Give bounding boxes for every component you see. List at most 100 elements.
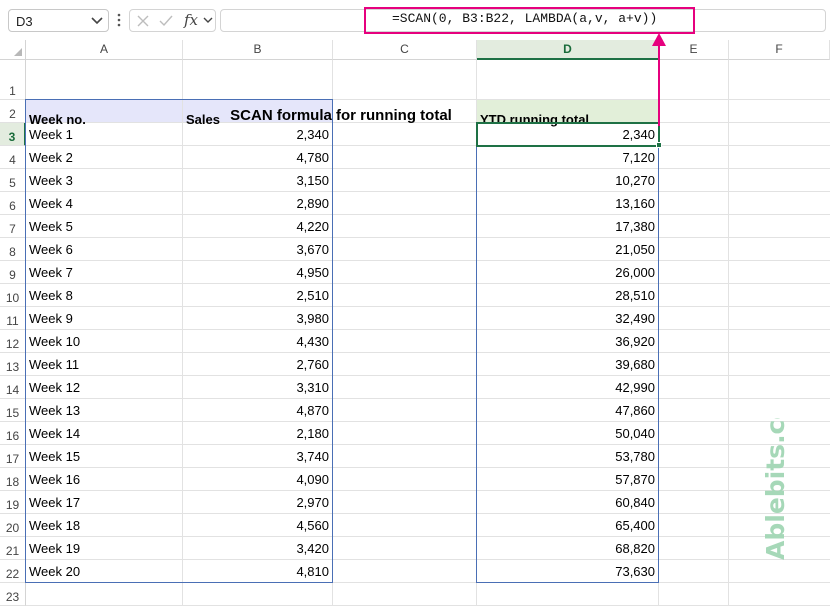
- cell-sales[interactable]: 2,180: [183, 422, 332, 445]
- cell-ytd-total[interactable]: 2,340: [477, 123, 658, 146]
- cell-ytd-total[interactable]: 47,860: [477, 399, 658, 422]
- cell-ytd-total[interactable]: 13,160: [477, 192, 658, 215]
- cell-week[interactable]: Week 4: [26, 192, 183, 215]
- row-header-23[interactable]: 23: [0, 583, 26, 606]
- cell-ytd-total[interactable]: 57,870: [477, 468, 658, 491]
- gridline-horizontal: [26, 99, 830, 100]
- cell-sales[interactable]: 4,430: [183, 330, 332, 353]
- cell-ytd-total[interactable]: 36,920: [477, 330, 658, 353]
- cell-sales[interactable]: 2,890: [183, 192, 332, 215]
- row-header-9[interactable]: 9: [0, 261, 26, 284]
- cell-week[interactable]: Week 20: [26, 560, 183, 583]
- cell-sales[interactable]: 2,970: [183, 491, 332, 514]
- row-header-17[interactable]: 17: [0, 445, 26, 468]
- cell-sales[interactable]: 3,980: [183, 307, 332, 330]
- row-header-15[interactable]: 15: [0, 399, 26, 422]
- cell-sales[interactable]: 3,310: [183, 376, 332, 399]
- cell-sales[interactable]: 3,420: [183, 537, 332, 560]
- cell-week[interactable]: Week 14: [26, 422, 183, 445]
- row-header-12[interactable]: 12: [0, 330, 26, 353]
- chevron-down-icon[interactable]: [203, 16, 213, 25]
- vertical-dots-icon[interactable]: [116, 11, 122, 29]
- row-header-20[interactable]: 20: [0, 514, 26, 537]
- cell-week[interactable]: Week 3: [26, 169, 183, 192]
- cell-week[interactable]: Week 5: [26, 215, 183, 238]
- row-header-16[interactable]: 16: [0, 422, 26, 445]
- cell-week[interactable]: Week 15: [26, 445, 183, 468]
- cell-ytd-total[interactable]: 28,510: [477, 284, 658, 307]
- name-box[interactable]: D3: [8, 9, 109, 32]
- cell-ytd-total[interactable]: 53,780: [477, 445, 658, 468]
- column-header-b[interactable]: B: [183, 40, 333, 60]
- row-header-8[interactable]: 8: [0, 238, 26, 261]
- cell-sales[interactable]: 3,740: [183, 445, 332, 468]
- row-header-3[interactable]: 3: [0, 123, 26, 146]
- cell-ytd-total[interactable]: 60,840: [477, 491, 658, 514]
- cell-sales[interactable]: 4,560: [183, 514, 332, 537]
- row-header-19[interactable]: 19: [0, 491, 26, 514]
- row-header-11[interactable]: 11: [0, 307, 26, 330]
- cell-week[interactable]: Week 2: [26, 146, 183, 169]
- row-header-2[interactable]: 2: [0, 100, 26, 123]
- row-header-18[interactable]: 18: [0, 468, 26, 491]
- row-header-6[interactable]: 6: [0, 192, 26, 215]
- cell-sales[interactable]: 3,150: [183, 169, 332, 192]
- row-header-14[interactable]: 14: [0, 376, 26, 399]
- row-header-1[interactable]: 1: [0, 60, 26, 100]
- cell-sales[interactable]: 4,780: [183, 146, 332, 169]
- cell-week[interactable]: Week 13: [26, 399, 183, 422]
- column-header-f[interactable]: F: [729, 40, 830, 60]
- cell-ytd-total[interactable]: 73,630: [477, 560, 658, 583]
- chevron-down-icon[interactable]: [91, 16, 103, 26]
- cell-ytd-total[interactable]: 39,680: [477, 353, 658, 376]
- cell-ytd-total[interactable]: 17,380: [477, 215, 658, 238]
- cell-sales[interactable]: 4,220: [183, 215, 332, 238]
- row-header-10[interactable]: 10: [0, 284, 26, 307]
- row-header-22[interactable]: 22: [0, 560, 26, 583]
- cell-ytd-total[interactable]: 21,050: [477, 238, 658, 261]
- cell-sales[interactable]: 3,670: [183, 238, 332, 261]
- fx-icon[interactable]: fx: [184, 11, 198, 29]
- spreadsheet-grid[interactable]: A B C D E F 1 2 3 4 5 6 7 8 9 10 11 12 13 14 15 16 17 18 19 20 21 2…: [0, 33, 830, 609]
- cell-ytd-total[interactable]: 68,820: [477, 537, 658, 560]
- cell-ytd-total[interactable]: 65,400: [477, 514, 658, 537]
- cell-sales[interactable]: 2,510: [183, 284, 332, 307]
- row-header-4[interactable]: 4: [0, 146, 26, 169]
- cell-sales[interactable]: 4,950: [183, 261, 332, 284]
- row-header-7[interactable]: 7: [0, 215, 26, 238]
- cell-sales[interactable]: 4,870: [183, 399, 332, 422]
- row-header-13[interactable]: 13: [0, 353, 26, 376]
- cell-week[interactable]: Week 19: [26, 537, 183, 560]
- fill-handle[interactable]: [656, 142, 662, 148]
- column-header-a[interactable]: A: [26, 40, 183, 60]
- cell-ytd-total[interactable]: 7,120: [477, 146, 658, 169]
- cell-sales[interactable]: 4,090: [183, 468, 332, 491]
- cell-week[interactable]: Week 16: [26, 468, 183, 491]
- row-header-5[interactable]: 5: [0, 169, 26, 192]
- row-header-21[interactable]: 21: [0, 537, 26, 560]
- cell-sales[interactable]: 2,340: [183, 123, 332, 146]
- cell-ytd-total[interactable]: 10,270: [477, 169, 658, 192]
- select-all-corner[interactable]: [0, 40, 26, 60]
- cell-ytd-total[interactable]: 32,490: [477, 307, 658, 330]
- cell-sales[interactable]: 2,760: [183, 353, 332, 376]
- cell-sales[interactable]: 4,810: [183, 560, 332, 583]
- cell-week[interactable]: Week 10: [26, 330, 183, 353]
- cell-week[interactable]: Week 8: [26, 284, 183, 307]
- cell-week[interactable]: Week 7: [26, 261, 183, 284]
- x-icon[interactable]: [134, 13, 152, 29]
- column-header-e[interactable]: E: [659, 40, 729, 60]
- cell-week[interactable]: Week 18: [26, 514, 183, 537]
- cell-week[interactable]: Week 6: [26, 238, 183, 261]
- check-icon[interactable]: [157, 13, 175, 29]
- cell-week[interactable]: Week 9: [26, 307, 183, 330]
- cell-ytd-total[interactable]: 50,040: [477, 422, 658, 445]
- cell-week[interactable]: Week 1: [26, 123, 183, 146]
- cell-ytd-total[interactable]: 26,000: [477, 261, 658, 284]
- cell-week[interactable]: Week 12: [26, 376, 183, 399]
- cell-week[interactable]: Week 17: [26, 491, 183, 514]
- column-header-c[interactable]: C: [333, 40, 477, 60]
- column-header-d[interactable]: D: [477, 40, 659, 60]
- cell-ytd-total[interactable]: 42,990: [477, 376, 658, 399]
- cell-week[interactable]: Week 11: [26, 353, 183, 376]
